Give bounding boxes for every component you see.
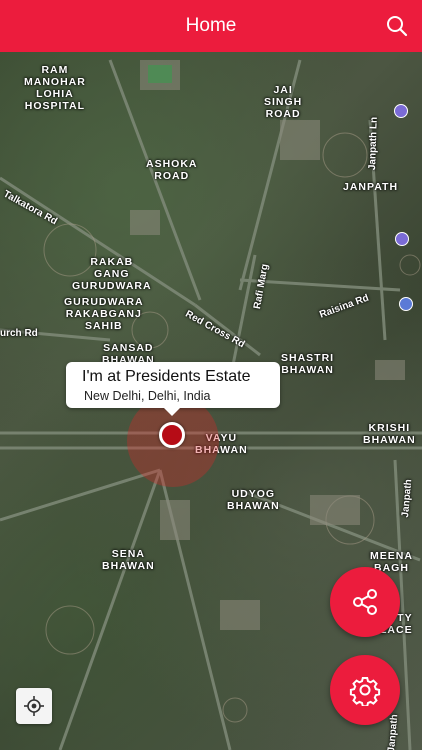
search-button[interactable]: [384, 13, 410, 39]
share-button[interactable]: [330, 567, 400, 637]
page-title: Home: [185, 15, 237, 36]
search-icon: [387, 16, 408, 37]
map-label-sena: SENA BHAWAN: [102, 548, 155, 572]
map-label-shastri: SHASTRI BHAWAN: [281, 352, 335, 376]
settings-button[interactable]: [330, 655, 400, 725]
poi-marker[interactable]: [395, 232, 409, 246]
poi-marker[interactable]: [399, 297, 413, 311]
map-label-krishi: KRISHI BHAWAN: [363, 422, 416, 446]
callout-subtitle: New Delhi, Delhi, India: [84, 389, 211, 403]
map-label-gurudwara: GURUDWARA RAKABGANJ SAHIB: [64, 296, 144, 332]
map-label-udyog: UDYOG BHAWAN: [227, 488, 280, 512]
road-label-church: urch Rd: [0, 328, 38, 339]
gear-icon: [349, 677, 381, 706]
road-label-janpath-ln: Janpath Ln: [367, 116, 380, 171]
map-label-ashoka: ASHOKA ROAD: [146, 158, 198, 182]
map-label-jai-singh: JAI SINGH ROAD: [264, 84, 303, 120]
crosshair-icon: [24, 696, 44, 716]
poi-marker[interactable]: [394, 104, 408, 118]
location-pin[interactable]: [159, 422, 185, 448]
satellite-map[interactable]: RAM MANOHAR LOHIA HOSPITAL JAI SINGH ROA…: [0, 52, 422, 750]
locate-me-button[interactable]: [16, 688, 52, 724]
map-label-janpath: JANPATH: [343, 181, 399, 193]
location-callout[interactable]: I'm at Presidents Estate New Delhi, Delh…: [66, 362, 280, 416]
map-label-ram-manohar: RAM MANOHAR LOHIA HOSPITAL: [24, 64, 86, 112]
callout-title: I'm at Presidents Estate: [82, 368, 251, 385]
app-header: Home: [0, 0, 422, 52]
share-icon: [353, 589, 377, 615]
map-label-rakab-gang: RAKAB GANG GURUDWARA: [72, 256, 152, 292]
